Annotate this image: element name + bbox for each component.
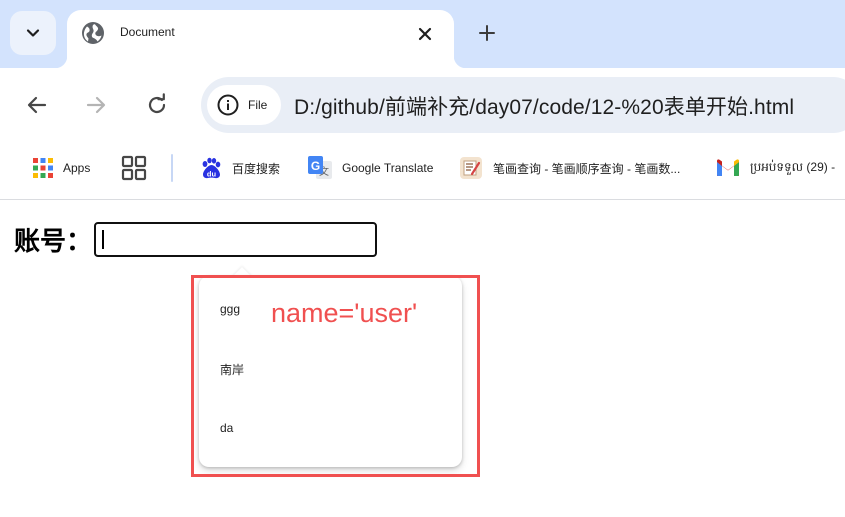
account-input[interactable] <box>94 222 377 257</box>
tab-close-button[interactable] <box>413 22 437 46</box>
text-caret <box>102 230 104 249</box>
site-info-chip[interactable]: File <box>207 85 281 125</box>
globe-icon <box>82 22 104 44</box>
tab-strip: Document <box>0 0 845 68</box>
tab-groups-icon <box>121 155 147 181</box>
forward-button[interactable] <box>78 87 114 123</box>
bookmark-gmail[interactable]: ប្រអប់ទទួល (29) - <box>715 154 835 182</box>
browser-toolbar: File D:/github/前端补充/day07/code/12-%20表单开… <box>0 68 845 142</box>
active-tab[interactable]: Document <box>55 10 466 68</box>
annotation-text: name='user' <box>271 298 418 328</box>
bookmark-label: Apps <box>63 161 91 175</box>
bookmark-label: Google Translate <box>342 161 434 175</box>
info-icon <box>217 94 239 116</box>
gmail-icon <box>717 159 739 176</box>
svg-text:G: G <box>311 159 320 173</box>
svg-text:du: du <box>207 170 217 179</box>
stroke-dict-icon <box>460 157 482 179</box>
chevron-down-icon <box>26 29 40 37</box>
arrow-left-icon <box>27 96 47 114</box>
page-content: 账号： ggg 南岸 da name='user' <box>0 201 845 517</box>
bookmark-baidu[interactable]: du 百度搜索 <box>199 154 280 182</box>
apps-grid-icon <box>33 158 53 178</box>
plus-icon <box>479 25 495 41</box>
bookmark-label: ប្រអប់ទទួល (29) - <box>750 160 836 174</box>
new-tab-button[interactable] <box>470 16 504 50</box>
bookmark-stroke-dict[interactable]: 笔画查询 - 笔画顺序查询 - 笔画数... <box>458 154 680 182</box>
bookmark-label: 笔画查询 - 笔画顺序查询 - 笔画数... <box>493 161 681 176</box>
address-bar[interactable]: File D:/github/前端补充/day07/code/12-%20表单开… <box>201 77 845 133</box>
back-button[interactable] <box>19 87 55 123</box>
account-label: 账号： <box>14 226 93 256</box>
reload-button[interactable] <box>139 87 175 123</box>
reload-icon <box>148 93 166 114</box>
tab-groups-button[interactable] <box>121 154 147 182</box>
bookmark-apps[interactable]: Apps <box>32 154 90 182</box>
bookmarks-bar: Apps du 百度搜索 文 G Google Translate 笔画查询 -… <box>0 142 845 200</box>
bookmark-separator <box>171 154 173 182</box>
bookmark-google-translate[interactable]: 文 G Google Translate <box>307 154 433 182</box>
tab-search-button[interactable] <box>10 11 56 55</box>
site-info-label: File <box>248 98 268 112</box>
baidu-icon: du <box>202 157 221 179</box>
url-text[interactable]: D:/github/前端补充/day07/code/12-%20表单开始.htm… <box>294 91 794 121</box>
google-translate-icon: 文 G <box>308 156 332 179</box>
close-icon <box>418 27 432 41</box>
arrow-right-icon <box>86 96 106 114</box>
tab-title: Document <box>120 25 175 39</box>
bookmark-label: 百度搜索 <box>232 161 281 176</box>
